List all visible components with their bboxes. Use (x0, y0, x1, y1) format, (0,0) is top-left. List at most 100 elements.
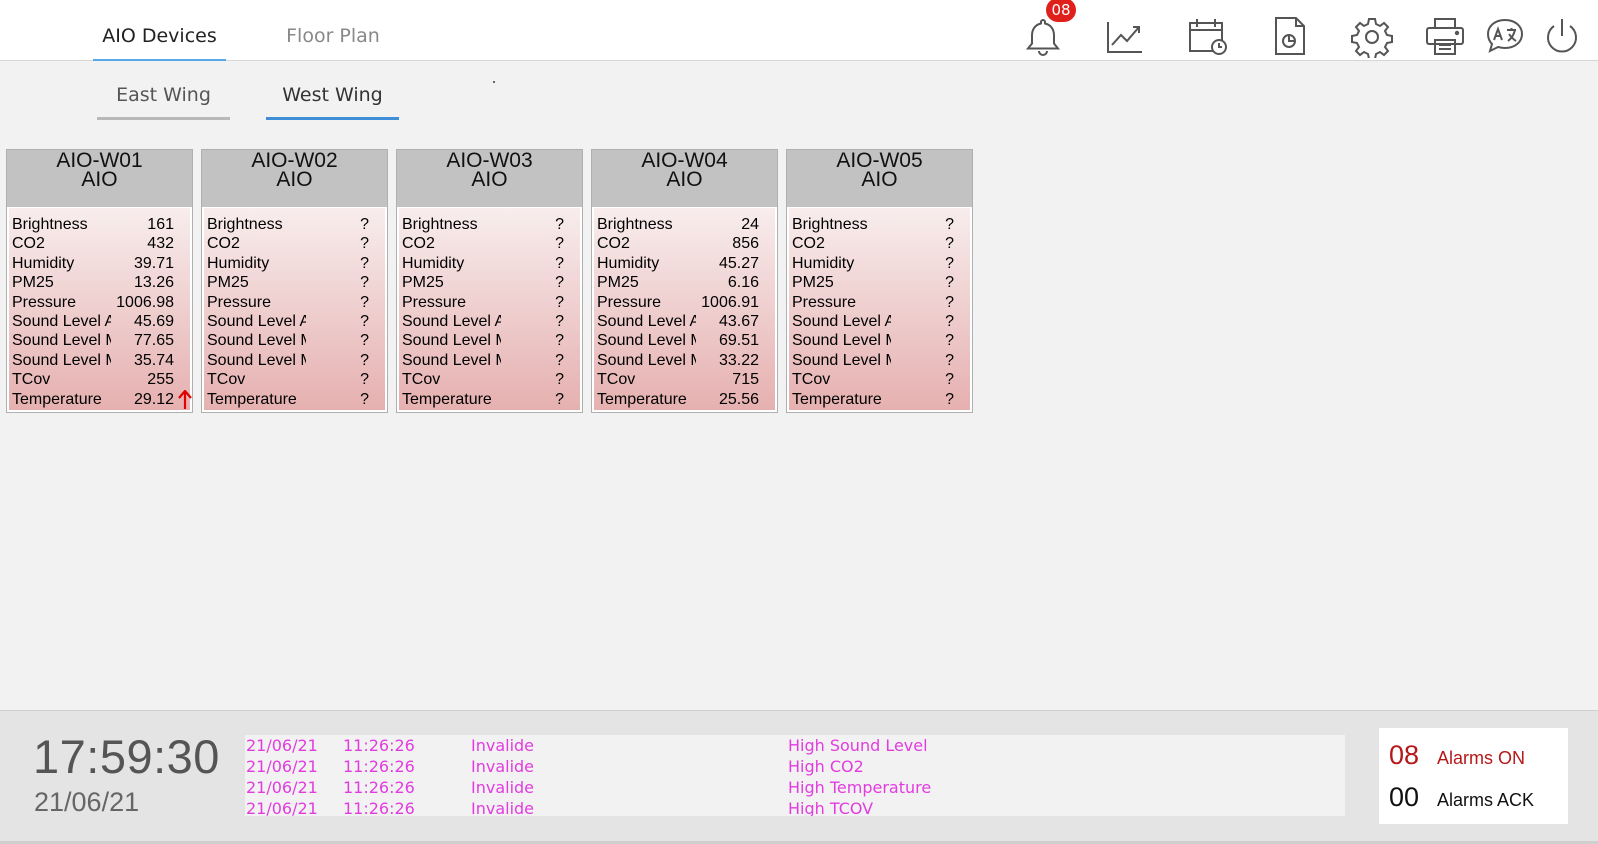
reading-value: ? (945, 293, 954, 311)
reading-value: ? (555, 332, 564, 350)
reading-value: 77.65 (133, 332, 174, 350)
reading-value: ? (945, 312, 954, 330)
reading-row: Temperature? (207, 390, 382, 409)
reading-value: ? (945, 235, 954, 253)
reading-row: Sound Level A? (207, 312, 382, 331)
reading-label: Humidity (207, 254, 270, 272)
translate-icon[interactable] (1483, 14, 1527, 58)
reading-value: 13.26 (133, 274, 174, 292)
device-card-aio-w02[interactable]: AIO-W02 AIO Brightness? CO2? Humidity? PM25… (201, 149, 388, 413)
reading-row: CO2? (792, 234, 967, 253)
reading-value: ? (360, 332, 369, 350)
reading-value: 1006.98 (116, 293, 174, 311)
reading-row: Sound Level Min? (402, 351, 577, 370)
reading-label: Temperature (207, 390, 297, 408)
current-time: 17:59:30 (33, 730, 220, 783)
device-type: AIO (861, 168, 898, 191)
reading-label: Sound Level A (792, 312, 891, 330)
reading-label: Sound Level A (402, 312, 501, 330)
reading-label: Temperature (402, 390, 492, 408)
device-card-header: AIO-W01 AIO (7, 150, 192, 207)
current-date: 21/06/21 (34, 787, 140, 817)
reading-value: 255 (147, 371, 174, 389)
device-readings: Brightness 161 CO2 432 Humidity 39.71 PM25 13.2… (7, 207, 192, 412)
device-card-header: AIO-W05 AIO (787, 150, 972, 207)
top-navigation-bar: AIO Devices Floor Plan 08 (0, 0, 1598, 61)
reading-value: ? (360, 351, 369, 369)
device-card-aio-w05[interactable]: AIO-W05 AIO Brightness? CO2? Humidity? PM25… (786, 149, 973, 413)
reading-row: Pressure? (402, 293, 577, 312)
reading-label: TCov (597, 371, 636, 389)
reading-label: PM25 (792, 274, 834, 292)
reading-label: Brightness (597, 216, 673, 233)
reading-label: Temperature (792, 390, 882, 408)
device-card-aio-w03[interactable]: AIO-W03 AIO Brightness? CO2? Humidity? PM25… (396, 149, 583, 413)
reading-label: PM25 (402, 274, 444, 292)
alarm-log-row[interactable]: 21/06/21 11:26:26 Invalide High CO2 (245, 756, 1345, 777)
device-readings: Brightness? CO2? Humidity? PM25? Pressure? So… (397, 207, 582, 412)
reading-value: ? (555, 351, 564, 369)
reading-value: 45.27 (718, 254, 759, 272)
reading-row: PM25 13.26 (12, 273, 187, 292)
alarm-date: 21/06/21 (246, 778, 318, 797)
reading-value: ? (945, 332, 954, 350)
alarm-date: 21/06/21 (246, 757, 318, 776)
alarm-log-list[interactable]: 21/06/21 11:26:26 Invalide High Sound Level… (245, 735, 1345, 816)
tab-west-wing[interactable]: West Wing (266, 74, 399, 120)
reading-label: Temperature (597, 390, 687, 408)
reading-row: CO2? (402, 234, 577, 253)
reading-label: Sound Level Min (12, 351, 111, 369)
reading-value: 29.12 (133, 390, 174, 408)
trend-chart-icon[interactable] (1103, 14, 1147, 58)
reading-row: Temperature? (402, 390, 577, 409)
reading-label: Temperature (12, 390, 102, 408)
device-card-aio-w04[interactable]: AIO-W04 AIO Brightness 24 CO2 856 Humidity 45… (591, 149, 778, 413)
tab-floor-plan[interactable]: Floor Plan (268, 0, 398, 61)
tab-east-wing[interactable]: East Wing (97, 74, 230, 120)
reading-label: Sound Level A (207, 312, 306, 330)
reading-value: ? (555, 371, 564, 389)
alarm-state: Invalide (471, 778, 535, 797)
reading-label: Brightness (12, 216, 88, 233)
reading-row: PM25? (207, 273, 382, 292)
alarm-log-row[interactable]: 21/06/21 11:26:26 Invalide High Sound Level (245, 735, 1345, 756)
alarm-message: High CO2 (788, 757, 864, 776)
device-type: AIO (471, 168, 508, 191)
reading-row: Brightness? (207, 215, 382, 234)
reading-value: 6.16 (727, 274, 759, 292)
report-document-icon[interactable] (1268, 14, 1312, 58)
reading-row: Humidity 39.71 (12, 254, 187, 273)
reading-row: Sound Level A? (792, 312, 967, 331)
gear-icon[interactable] (1350, 14, 1394, 60)
reading-value: ? (555, 254, 564, 272)
reading-label: Sound Level Max (207, 332, 306, 350)
alarm-state: Invalide (471, 799, 535, 816)
alarm-log-row[interactable]: 21/06/21 11:26:26 Invalide High TCOV (245, 798, 1345, 816)
calendar-clock-icon[interactable] (1186, 14, 1230, 58)
power-icon[interactable] (1540, 14, 1584, 58)
reading-value: ? (555, 235, 564, 253)
reading-value: ? (360, 235, 369, 253)
reading-row: Sound Level Max 69.51 (597, 331, 772, 350)
reading-row: Sound Level Max? (792, 331, 967, 350)
device-card-aio-w01[interactable]: AIO-W01 AIO Brightness 161 CO2 432 Humidity 3… (6, 149, 193, 413)
reading-label: Sound Level Min (207, 351, 306, 369)
printer-icon[interactable] (1424, 14, 1468, 58)
reading-row: Sound Level A 43.67 (597, 312, 772, 331)
device-type: AIO (276, 168, 313, 191)
alarm-date: 21/06/21 (246, 799, 318, 816)
reading-value: 43.67 (718, 312, 759, 330)
alarm-summary[interactable]: 08 Alarms ON 00 Alarms ACK (1379, 728, 1568, 824)
reading-label: Humidity (597, 254, 660, 272)
device-readings: Brightness? CO2? Humidity? PM25? Pressure? So… (202, 207, 387, 412)
reading-label: Humidity (402, 254, 465, 272)
alarm-date: 21/06/21 (246, 736, 318, 755)
tab-aio-devices[interactable]: AIO Devices (93, 0, 226, 61)
reading-label: Brightness (792, 216, 868, 233)
reading-label: Sound Level A (12, 312, 111, 330)
alarm-log-row[interactable]: 21/06/21 11:26:26 Invalide High Temperature (245, 777, 1345, 798)
reading-row: Brightness 24 (597, 215, 772, 234)
device-card-header: AIO-W02 AIO (202, 150, 387, 207)
reading-row: Temperature? (792, 390, 967, 409)
reading-value: 161 (147, 216, 174, 233)
